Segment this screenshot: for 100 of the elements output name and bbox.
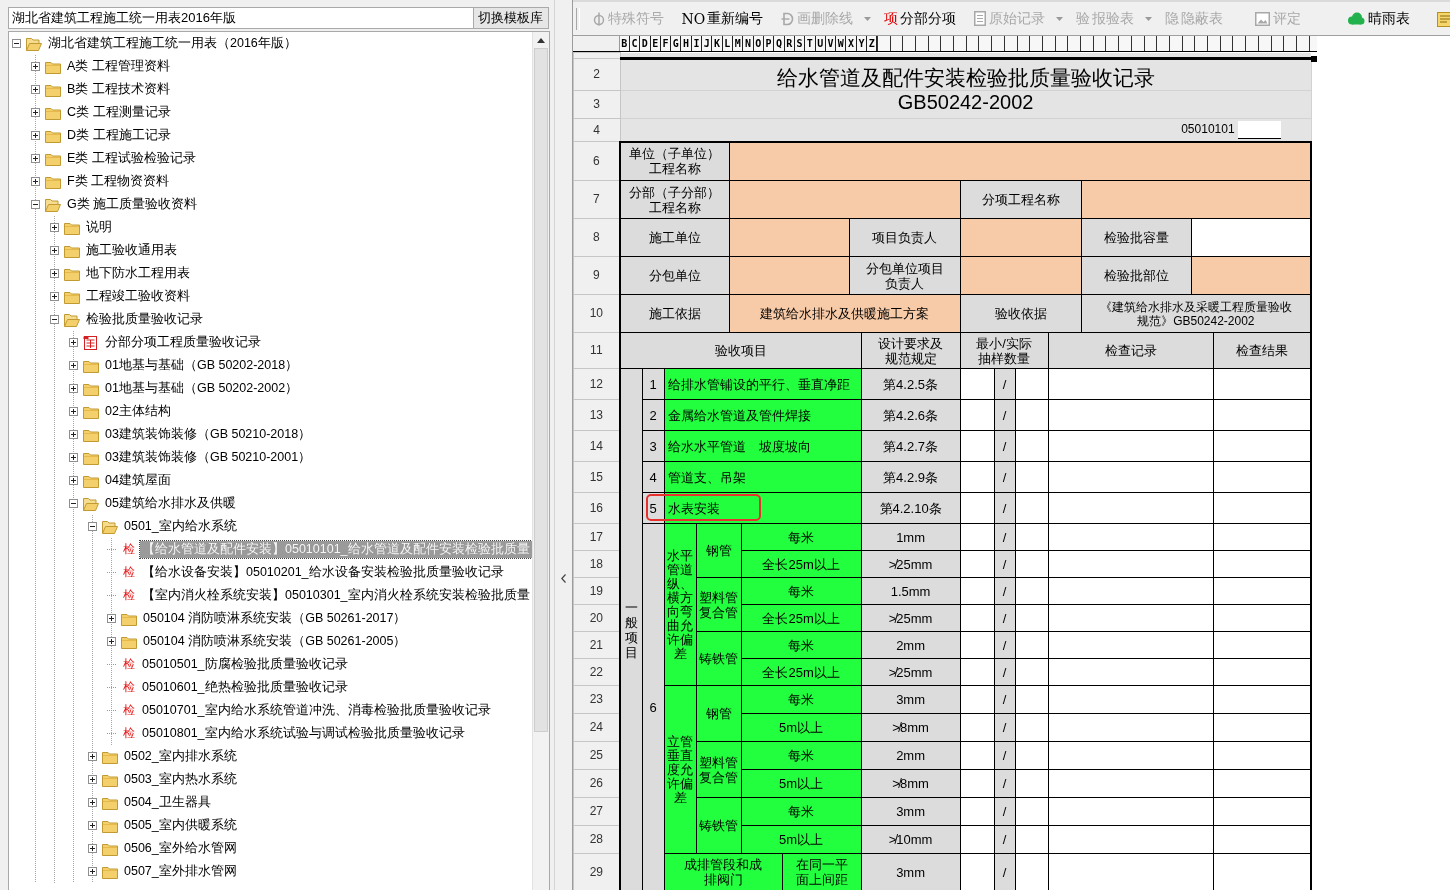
tree-item[interactable]: 湖北省建筑工程施工统一用表（2016年版）	[46, 35, 299, 52]
input-field[interactable]	[960, 256, 1082, 295]
input-field[interactable]	[1213, 368, 1312, 400]
input-field[interactable]	[1048, 368, 1214, 400]
input-field[interactable]	[1048, 741, 1214, 770]
row-header[interactable]: 4	[573, 118, 621, 142]
row-header[interactable]: 2	[573, 58, 621, 91]
input-field[interactable]	[1048, 399, 1214, 431]
tree-item[interactable]: E类 工程试验检验记录	[65, 150, 198, 167]
tree-item[interactable]: 0503_室内热水系统	[122, 771, 239, 788]
input-field[interactable]	[729, 180, 961, 219]
plus-box-icon[interactable]	[69, 361, 78, 370]
tree-item[interactable]: 0505_室内供暖系统	[122, 817, 239, 834]
tree-item[interactable]: B类 工程技术资料	[65, 81, 172, 98]
plus-box-icon[interactable]	[107, 614, 116, 623]
row-header[interactable]: 6	[573, 141, 621, 181]
tree-item[interactable]: 05010701_室内给水系统管道冲洗、消毒检验批质量验收记录	[140, 702, 493, 719]
minus-box-icon[interactable]	[50, 315, 59, 324]
input-field[interactable]	[1213, 658, 1312, 686]
input-field[interactable]	[1048, 430, 1214, 462]
minus-box-icon[interactable]	[12, 39, 21, 48]
tree-item[interactable]: F类 工程物资资料	[65, 173, 172, 190]
plus-box-icon[interactable]	[50, 223, 59, 232]
tree-item[interactable]: 【室内消火栓系统安装】05010301_室内消火栓系统安装检验批质量	[140, 587, 532, 604]
minus-box-icon[interactable]	[31, 200, 40, 209]
plus-box-icon[interactable]	[88, 798, 97, 807]
plus-box-icon[interactable]	[31, 131, 40, 140]
input-field[interactable]	[1213, 577, 1312, 605]
tree-item[interactable]: A类 工程管理资料	[65, 58, 172, 75]
input-field[interactable]	[1213, 769, 1312, 798]
plus-box-icon[interactable]	[50, 246, 59, 255]
tree-item[interactable]: 0504_卫生器具	[122, 794, 213, 811]
tree-item[interactable]: 地下防水工程用表	[84, 265, 192, 282]
column-header[interactable]: D	[640, 36, 651, 51]
plus-box-icon[interactable]	[107, 637, 116, 646]
input-field[interactable]	[1191, 218, 1312, 257]
tree-item[interactable]: 02主体结构	[103, 403, 173, 420]
input-field[interactable]	[729, 141, 1312, 181]
scrollbar[interactable]	[531, 32, 549, 890]
input-field[interactable]	[1048, 604, 1214, 632]
toolbar-button[interactable]: 晴雨表	[1338, 5, 1420, 32]
column-header[interactable]: R	[784, 36, 795, 51]
input-field[interactable]	[1048, 523, 1214, 551]
input-field[interactable]	[1213, 853, 1312, 890]
minus-box-icon[interactable]	[69, 499, 78, 508]
input-field[interactable]	[1213, 550, 1312, 578]
tree-item[interactable]: 04建筑屋面	[103, 472, 173, 489]
plus-box-icon[interactable]	[69, 384, 78, 393]
tree-item[interactable]: 05010801_室内给水系统试验与调试检验批质量验收记录	[140, 725, 467, 742]
input-field[interactable]	[960, 218, 1082, 257]
input-field[interactable]	[1213, 399, 1312, 431]
plus-box-icon[interactable]	[31, 85, 40, 94]
column-header[interactable]: T	[805, 36, 816, 51]
tree-item[interactable]: C类 工程测量记录	[65, 104, 173, 121]
plus-box-icon[interactable]	[88, 844, 97, 853]
plus-box-icon[interactable]	[88, 867, 97, 876]
input-field[interactable]	[1213, 604, 1312, 632]
column-header[interactable]: B	[619, 36, 630, 51]
tree-item[interactable]: 01地基与基础（GB 50202-2002）	[103, 380, 301, 397]
row-header[interactable]: 7	[573, 180, 621, 219]
column-header[interactable]: K	[712, 36, 723, 51]
toolbar-button[interactable]: NO重新编号	[672, 5, 773, 32]
input-field[interactable]	[1213, 461, 1312, 493]
input-field[interactable]	[1237, 120, 1281, 139]
template-field[interactable]: 湖北省建筑工程施工统一用表2016年版	[8, 7, 474, 29]
tree-item[interactable]: D类 工程施工记录	[65, 127, 173, 144]
plus-box-icon[interactable]	[31, 62, 40, 71]
column-header[interactable]: Q	[774, 36, 785, 51]
tree-item[interactable]: 03建筑装饰装修（GB 50210-2001）	[103, 449, 314, 466]
input-field[interactable]	[1213, 492, 1312, 524]
input-field[interactable]	[1213, 685, 1312, 714]
input-field[interactable]	[1048, 825, 1214, 854]
plus-box-icon[interactable]	[69, 430, 78, 439]
column-header[interactable]: L	[722, 36, 733, 51]
input-field[interactable]	[1213, 713, 1312, 742]
tree-item[interactable]: 施工验收通用表	[84, 242, 179, 259]
tree-item[interactable]: 05010501_防腐检验批质量验收记录	[140, 656, 350, 673]
plus-box-icon[interactable]	[50, 269, 59, 278]
tree-item[interactable]: 说明	[84, 219, 114, 236]
notepad-icon[interactable]	[1437, 10, 1450, 27]
tree-item[interactable]: 05建筑给水排水及供暖	[103, 495, 238, 512]
plus-box-icon[interactable]	[31, 108, 40, 117]
row-header[interactable]: 3	[573, 90, 621, 119]
input-field[interactable]	[1048, 797, 1214, 826]
input-field[interactable]	[1213, 825, 1312, 854]
tree-item[interactable]: 【给水设备安装】05010201_给水设备安装检验批质量验收记录	[140, 564, 506, 581]
column-header[interactable]: E	[650, 36, 661, 51]
input-field[interactable]	[1048, 577, 1214, 605]
column-header[interactable]: U	[815, 36, 826, 51]
input-field[interactable]: 建筑给水排水及供暖施工方案	[729, 294, 961, 333]
column-header[interactable]: N	[743, 36, 754, 51]
tree-item[interactable]: 050104 消防喷淋系统安装（GB 50261-2017）	[141, 610, 409, 627]
input-field[interactable]	[1048, 769, 1214, 798]
tree-item[interactable]: 01地基与基础（GB 50202-2018）	[103, 357, 301, 374]
switch-template-button[interactable]: 切换模板库	[473, 7, 549, 29]
input-field[interactable]	[1048, 685, 1214, 714]
input-field[interactable]	[1213, 631, 1312, 659]
minus-box-icon[interactable]	[88, 522, 97, 531]
input-field[interactable]	[1048, 658, 1214, 686]
input-field[interactable]	[1081, 180, 1312, 219]
